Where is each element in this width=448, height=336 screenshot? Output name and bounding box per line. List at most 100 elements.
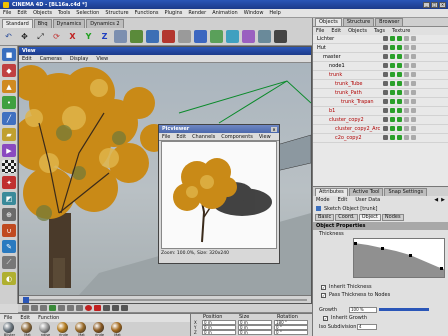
camera-icon[interactable] — [274, 30, 287, 43]
menu-edit[interactable]: Edit — [17, 10, 27, 16]
tree-item[interactable]: c2o_copy2 — [313, 134, 448, 143]
check-icon[interactable] — [397, 108, 402, 113]
visibility-dot-icon[interactable] — [383, 36, 388, 41]
tab-structure[interactable]: Structure — [342, 18, 375, 26]
tab-dynamics[interactable]: Dynamics — [52, 19, 86, 28]
material-swatch[interactable]: ndise — [39, 322, 52, 336]
tag-icon[interactable] — [411, 72, 416, 77]
check-icon[interactable] — [397, 99, 402, 104]
tree-item[interactable]: Lichter — [313, 35, 448, 44]
animation-icon[interactable]: ▶ — [2, 144, 16, 157]
snap-icon[interactable]: ⊕ — [2, 208, 16, 221]
om-menu-file[interactable]: File — [316, 28, 324, 34]
tab-bhq[interactable]: Bhq — [33, 19, 52, 28]
attr-menu-user-data[interactable]: User Data — [355, 197, 380, 203]
check-icon[interactable] — [390, 54, 395, 59]
workplane-icon[interactable]: ◩ — [2, 192, 16, 205]
tree-item[interactable]: trunk_Path — [313, 89, 448, 98]
tag-icon[interactable] — [404, 63, 409, 68]
material-swatch[interactable]: Mat — [111, 322, 124, 336]
checker-icon[interactable] — [2, 160, 16, 173]
visibility-dot-icon[interactable] — [383, 108, 388, 113]
prev-key-icon[interactable] — [31, 305, 38, 311]
knife-icon[interactable]: ⟋ — [2, 256, 16, 269]
tag-icon[interactable] — [411, 45, 416, 50]
om-menu-tags[interactable]: Tags — [374, 28, 385, 34]
points-icon[interactable]: • — [2, 96, 16, 109]
tree-item[interactable]: trunk — [313, 71, 448, 80]
visibility-dot-icon[interactable] — [383, 81, 388, 86]
tree-item[interactable]: cluster_copy2_Arc — [313, 125, 448, 134]
material-swatch[interactable]: rinde — [93, 322, 106, 336]
tag-icon[interactable] — [404, 72, 409, 77]
tag-icon[interactable] — [411, 99, 416, 104]
tree-item[interactable]: trunk_Tube — [313, 80, 448, 89]
check-icon[interactable] — [397, 81, 402, 86]
picture-viewer-menu-file[interactable]: File — [162, 134, 170, 140]
visibility-dot-icon[interactable] — [383, 99, 388, 104]
cube-icon[interactable] — [194, 30, 207, 43]
check-icon[interactable] — [390, 63, 395, 68]
picture-viewer-menu-components[interactable]: Components — [221, 134, 253, 140]
prev-frame-icon[interactable] — [40, 305, 47, 311]
picture-viewer-titlebar[interactable]: Picviewer × — [159, 125, 279, 133]
check-icon[interactable] — [397, 72, 402, 77]
tree-item[interactable]: master — [313, 53, 448, 62]
tab-snap-settings[interactable]: Snap Settings — [384, 188, 428, 196]
check-icon[interactable] — [390, 108, 395, 113]
texture-axis-icon[interactable]: ▲ — [2, 80, 16, 93]
om-menu-texture[interactable]: Texture — [392, 28, 410, 34]
render-settings-icon[interactable] — [178, 30, 191, 43]
tag-icon[interactable] — [404, 99, 409, 104]
tag-icon[interactable] — [404, 135, 409, 140]
maximize-button[interactable]: □ — [431, 1, 438, 8]
menu-selection[interactable]: Selection — [76, 10, 99, 16]
tag-icon[interactable] — [411, 117, 416, 122]
check-icon[interactable] — [397, 54, 402, 59]
tag-icon[interactable] — [411, 81, 416, 86]
key-scale-icon[interactable] — [112, 305, 119, 311]
inherit-growth-checkbox[interactable]: ✓ — [323, 315, 328, 321]
nav-back-icon[interactable]: ◀ — [434, 197, 438, 203]
tag-icon[interactable] — [404, 90, 409, 95]
tag-icon[interactable] — [411, 135, 416, 140]
key-rotation-icon[interactable] — [121, 305, 128, 311]
tab-attributes[interactable]: Attributes — [315, 188, 348, 196]
undo-icon[interactable]: ↶ — [2, 30, 15, 43]
render-picture-icon[interactable] — [162, 30, 175, 43]
menu-help[interactable]: Help — [269, 10, 280, 16]
tag-icon[interactable] — [411, 108, 416, 113]
tag-icon[interactable] — [404, 117, 409, 122]
visibility-dot-icon[interactable] — [383, 45, 388, 50]
polygons-icon[interactable]: ▰ — [2, 128, 16, 141]
picture-viewer-menu-edit[interactable]: Edit — [176, 134, 186, 140]
tree-item[interactable]: b1 — [313, 107, 448, 116]
go-start-icon[interactable] — [22, 305, 29, 311]
material-swatch[interactable]: rinde — [57, 322, 70, 336]
material-menu-file[interactable]: File — [4, 315, 12, 321]
autokey-icon[interactable] — [94, 305, 101, 311]
scale-icon[interactable]: ⤢ — [34, 30, 47, 43]
timeline-handle[interactable] — [23, 297, 29, 303]
render-region-icon[interactable] — [130, 30, 143, 43]
subtab-nodes[interactable]: Nodes — [381, 214, 404, 221]
material-swatch[interactable]: Blister — [3, 322, 16, 336]
check-icon[interactable] — [390, 45, 395, 50]
coord-field-pos[interactable]: 0 m — [202, 330, 236, 335]
deformer-icon[interactable] — [242, 30, 255, 43]
texture-icon[interactable]: ✦ — [2, 176, 16, 189]
coord-field-size[interactable]: 0 m — [238, 330, 272, 335]
tab-objects[interactable]: Objects — [315, 18, 342, 26]
check-icon[interactable] — [390, 117, 395, 122]
check-icon[interactable] — [390, 135, 395, 140]
scene-icon[interactable] — [258, 30, 271, 43]
growth-field[interactable]: 100 % — [349, 306, 377, 313]
close-button[interactable]: × — [439, 1, 446, 8]
check-icon[interactable] — [397, 45, 402, 50]
inherit-thickness-row[interactable]: ✓ Inherit Thickness — [321, 283, 390, 291]
check-icon[interactable] — [390, 72, 395, 77]
play-icon[interactable] — [49, 305, 56, 311]
attr-menu-edit[interactable]: Edit — [338, 197, 348, 203]
tab-standard[interactable]: Standard — [2, 19, 33, 28]
nav-forward-icon[interactable]: ▶ — [441, 197, 445, 203]
